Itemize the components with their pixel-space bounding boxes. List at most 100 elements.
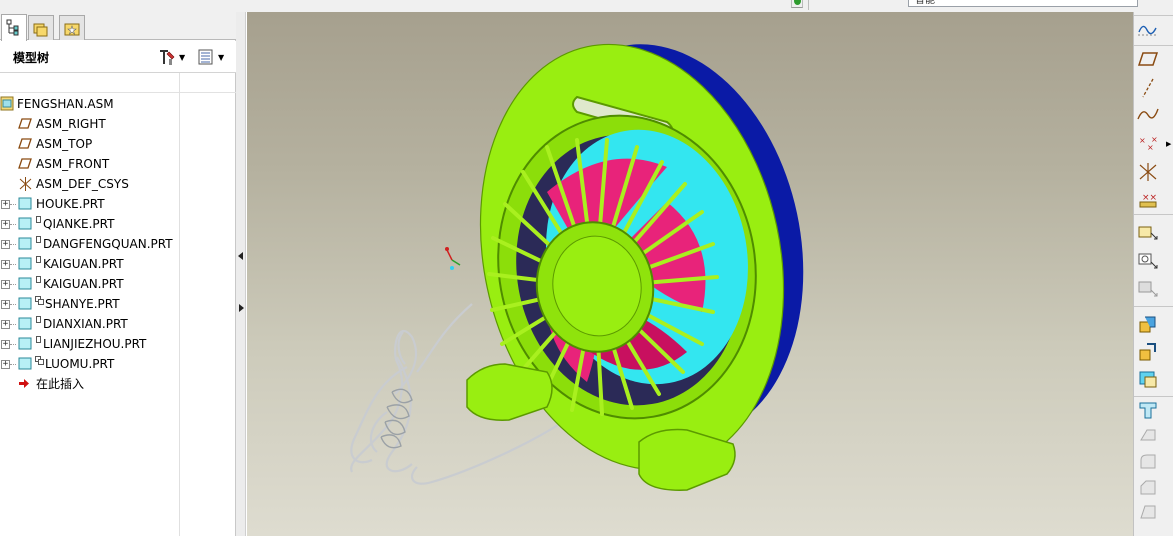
tab-favorites[interactable] bbox=[59, 15, 85, 40]
svg-text:×: × bbox=[1151, 135, 1158, 144]
package-component-icon bbox=[1138, 281, 1158, 297]
tree-item-label: LIANJIEZHOU.PRT bbox=[43, 337, 147, 351]
graphics-viewport[interactable] bbox=[247, 12, 1133, 536]
extrude-button[interactable] bbox=[1137, 314, 1163, 338]
sweep-button[interactable] bbox=[1137, 369, 1163, 393]
collapse-left-icon bbox=[238, 252, 243, 260]
tree-item-part[interactable]: + DIANXIAN.PRT bbox=[0, 314, 236, 334]
fan-body bbox=[466, 43, 785, 491]
tree-item-part[interactable]: + QIANKE.PRT bbox=[0, 214, 236, 234]
fan-assembly-model[interactable] bbox=[247, 12, 1133, 536]
expand-toggle[interactable]: + bbox=[1, 220, 10, 229]
datum-plane-icon bbox=[18, 118, 32, 129]
part-icon bbox=[18, 357, 32, 370]
analysis-icon: ×× bbox=[1139, 193, 1157, 208]
csys-tool-icon bbox=[1139, 163, 1157, 181]
tree-item-label: LUOMU.PRT bbox=[45, 357, 115, 371]
part-icon bbox=[18, 317, 32, 330]
tree-show-button[interactable]: ▼ bbox=[197, 46, 224, 68]
tree-item-part[interactable]: + SHANYE.PRT bbox=[0, 294, 236, 314]
tree-item-part[interactable]: + HOUKE.PRT bbox=[0, 194, 236, 214]
navigator-panel: 模型树 ▼ ▼ FENGSHAN.ASM ASM_RIGHT ASM_TOP A… bbox=[0, 12, 236, 536]
favorites-icon bbox=[64, 23, 80, 36]
tree-item-part[interactable]: + LIANJIEZHOU.PRT bbox=[0, 334, 236, 354]
tree-item-label: ASM_FRONT bbox=[36, 157, 110, 171]
create-component-button[interactable] bbox=[1137, 252, 1163, 276]
tree-column-header bbox=[0, 73, 236, 93]
chevron-down-icon: ▼ bbox=[179, 52, 186, 62]
status-light-icon bbox=[791, 0, 803, 8]
tree-item-part[interactable]: + KAIGUAN.PRT bbox=[0, 254, 236, 274]
tree-item-csys[interactable]: ASM_DEF_CSYS bbox=[0, 174, 236, 194]
pattern-marker-icon bbox=[35, 356, 44, 365]
place-component-button[interactable] bbox=[1137, 224, 1163, 248]
filter-select[interactable]: 智能 bbox=[908, 0, 1138, 7]
expand-toggle[interactable]: + bbox=[1, 240, 10, 249]
expand-toggle[interactable]: + bbox=[1, 340, 10, 349]
hole-icon bbox=[1140, 429, 1156, 441]
cut-button[interactable] bbox=[1137, 400, 1163, 424]
top-toolbar-strip: 智能 bbox=[0, 0, 1173, 12]
tree-item-datum-plane[interactable]: ASM_RIGHT bbox=[0, 114, 236, 134]
tree-item-label: ASM_DEF_CSYS bbox=[36, 177, 129, 191]
chamfer-button[interactable] bbox=[1137, 478, 1163, 502]
flyout-arrow-icon[interactable]: ▶ bbox=[1166, 140, 1171, 148]
cut-icon bbox=[1139, 402, 1157, 419]
tree-item-part[interactable]: + KAIGUAN.PRT bbox=[0, 274, 236, 294]
revolve-icon bbox=[1139, 343, 1156, 361]
part-icon bbox=[18, 337, 32, 350]
expand-toggle[interactable]: + bbox=[1, 300, 10, 309]
expand-toggle[interactable]: + bbox=[1, 260, 10, 269]
expand-toggle[interactable]: + bbox=[1, 200, 10, 209]
hole-button[interactable] bbox=[1137, 426, 1163, 450]
expand-toggle[interactable]: + bbox=[1, 320, 10, 329]
create-component-icon bbox=[1138, 253, 1158, 269]
expand-toggle[interactable]: + bbox=[1, 280, 10, 289]
datum-plane-icon bbox=[18, 138, 32, 149]
tree-settings-icon bbox=[160, 50, 175, 65]
panel-splitter[interactable] bbox=[236, 12, 246, 536]
round-button[interactable] bbox=[1137, 452, 1163, 476]
part-icon bbox=[18, 297, 32, 310]
draft-icon bbox=[1140, 505, 1156, 519]
model-tree-icon bbox=[6, 19, 19, 36]
draft-button[interactable] bbox=[1137, 502, 1163, 526]
tree-item-part[interactable]: + DANGFENGQUAN.PRT bbox=[0, 234, 236, 254]
expand-toggle[interactable]: + bbox=[1, 360, 10, 369]
tree-item-label: SHANYE.PRT bbox=[45, 297, 120, 311]
sketch-button[interactable] bbox=[1137, 20, 1163, 44]
insert-arrow-icon bbox=[19, 379, 29, 388]
csys-button[interactable] bbox=[1137, 162, 1163, 186]
tree-insert-here[interactable]: 在此插入 bbox=[0, 374, 236, 394]
package-component-button[interactable] bbox=[1137, 280, 1163, 304]
analysis-button[interactable]: ×× bbox=[1137, 190, 1163, 214]
model-tree: FENGSHAN.ASM ASM_RIGHT ASM_TOP ASM_FRONT bbox=[0, 94, 236, 394]
revolve-button[interactable] bbox=[1137, 342, 1163, 366]
axis-triad bbox=[445, 247, 461, 270]
datum-axis-icon bbox=[1142, 78, 1154, 98]
tree-item-label: DANGFENGQUAN.PRT bbox=[43, 237, 173, 251]
sketch-icon bbox=[1138, 25, 1158, 36]
tree-item-datum-plane[interactable]: ASM_FRONT bbox=[0, 154, 236, 174]
datum-curve-button[interactable] bbox=[1137, 105, 1163, 129]
folder-browser-icon bbox=[33, 23, 48, 37]
tree-item-label: FENGSHAN.ASM bbox=[17, 97, 114, 111]
tree-item-datum-plane[interactable]: ASM_TOP bbox=[0, 134, 236, 154]
tree-settings-button[interactable]: ▼ bbox=[158, 46, 185, 68]
model-tree-header: 模型树 ▼ ▼ bbox=[0, 41, 236, 73]
tree-item-label: QIANKE.PRT bbox=[43, 217, 115, 231]
tab-model-tree[interactable] bbox=[1, 14, 27, 41]
part-icon bbox=[18, 257, 32, 270]
navigator-tabs bbox=[0, 12, 236, 41]
datum-point-button[interactable]: × × × bbox=[1137, 134, 1163, 158]
toolbar-separator bbox=[808, 0, 809, 10]
datum-plane-button[interactable] bbox=[1137, 50, 1163, 74]
part-icon bbox=[18, 217, 32, 230]
tree-root-item[interactable]: FENGSHAN.ASM bbox=[0, 94, 236, 114]
tree-item-part[interactable]: + LUOMU.PRT bbox=[0, 354, 236, 374]
datum-axis-button[interactable] bbox=[1137, 78, 1163, 102]
tree-item-label: HOUKE.PRT bbox=[36, 197, 105, 211]
tree-item-label: KAIGUAN.PRT bbox=[43, 257, 124, 271]
tab-folder-browser[interactable] bbox=[28, 15, 54, 40]
tree-item-label: 在此插入 bbox=[36, 377, 85, 391]
